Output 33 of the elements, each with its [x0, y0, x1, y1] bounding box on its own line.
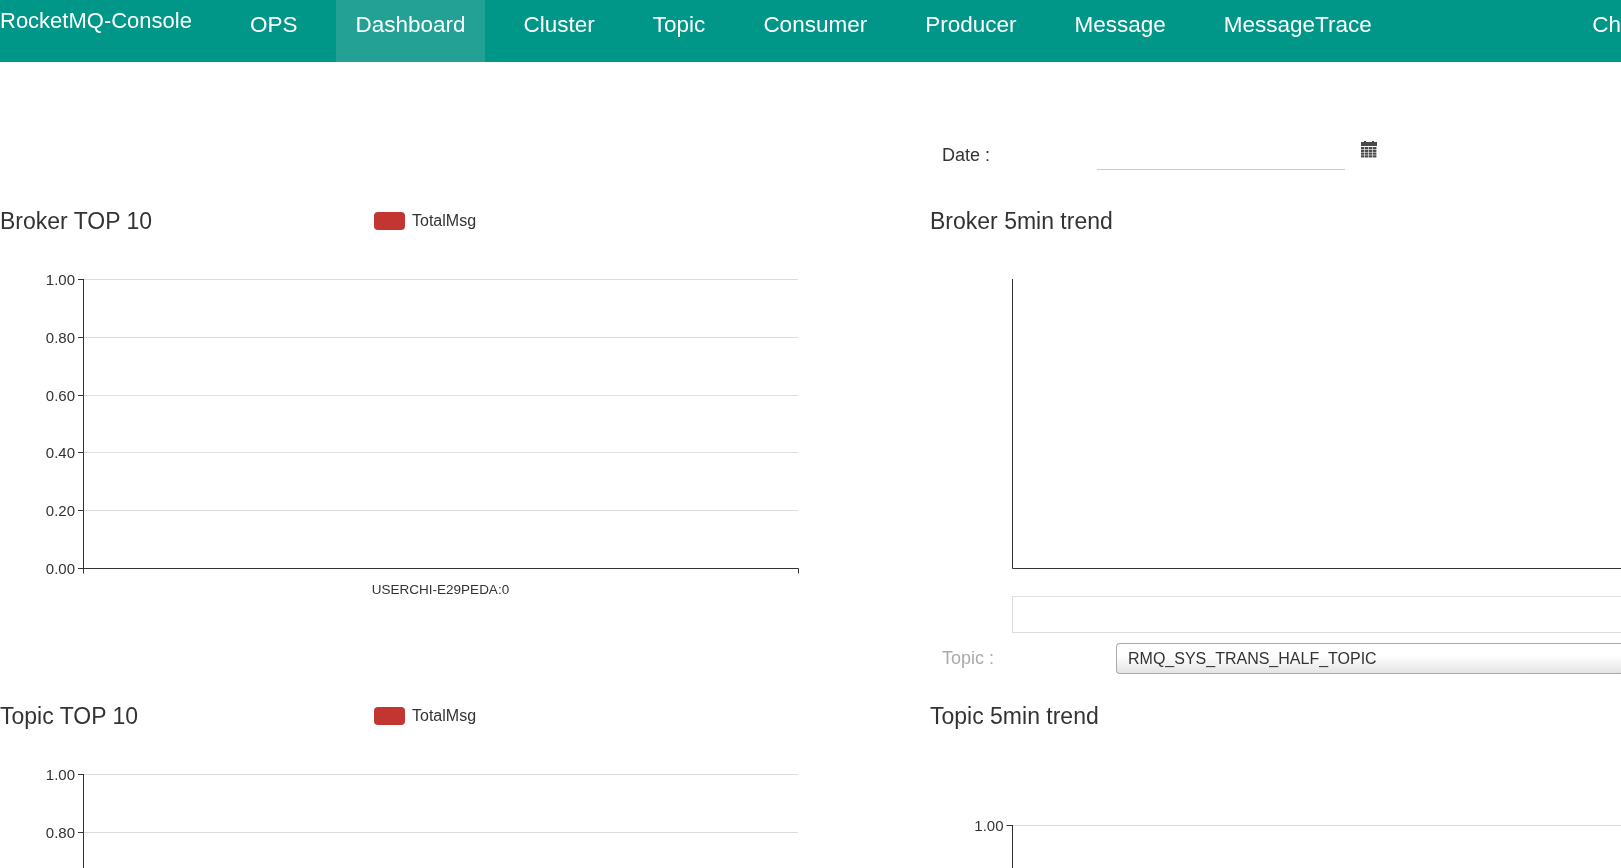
nav-link[interactable]: Ch	[1592, 0, 1621, 42]
calendar-icon[interactable]	[1361, 141, 1377, 158]
chart-title: Topic 5min trend	[930, 702, 1099, 731]
nav-tab[interactable]: Message	[1055, 0, 1185, 62]
axis-tick-label: 0.60	[45, 387, 75, 404]
axis-tick-label: 1.00	[45, 271, 75, 288]
axis-tick-label: 0.80	[45, 329, 75, 346]
axis-tick-label: 1.00	[45, 766, 75, 783]
chart-title: Broker 5min trend	[930, 207, 1113, 236]
topic-select[interactable]: RMQ_SYS_TRANS_HALF_TOPIC	[1116, 643, 1621, 674]
legend-swatch-icon[interactable]	[374, 212, 405, 230]
axis-tick-label: 0.00	[45, 560, 75, 577]
legend-label[interactable]: TotalMsg	[412, 212, 477, 230]
legend-label[interactable]: TotalMsg	[412, 707, 477, 725]
chart-title: Topic TOP 10	[0, 702, 140, 731]
nav-tab[interactable]: Consumer	[744, 0, 887, 62]
category-label: USERCHI-E29PEDA:0	[371, 582, 510, 597]
brand-link[interactable]: RocketMQ-Console	[0, 0, 192, 42]
axis-tick-label: 0.80	[45, 824, 75, 841]
nav-tab[interactable]: Cluster	[504, 0, 614, 62]
axis-tick-label: 0.20	[45, 502, 75, 519]
nav-tab[interactable]: Topic	[633, 0, 725, 62]
nav-tab[interactable]: OPS	[230, 0, 317, 62]
axis-tick-label: 0.40	[45, 444, 75, 461]
chart-title: Broker TOP 10	[0, 207, 154, 236]
axis-tick-label: 1.00	[974, 817, 1004, 834]
nav-tab[interactable]: MessageTrace	[1204, 0, 1391, 62]
field-label: Topic :	[942, 648, 996, 669]
nav-tab[interactable]: Dashboard	[336, 0, 485, 62]
legend-swatch-icon[interactable]	[374, 707, 405, 725]
field-label: Date :	[942, 144, 992, 167]
nav-tab[interactable]: Producer	[906, 0, 1036, 62]
y-axis	[1006, 824, 1013, 868]
